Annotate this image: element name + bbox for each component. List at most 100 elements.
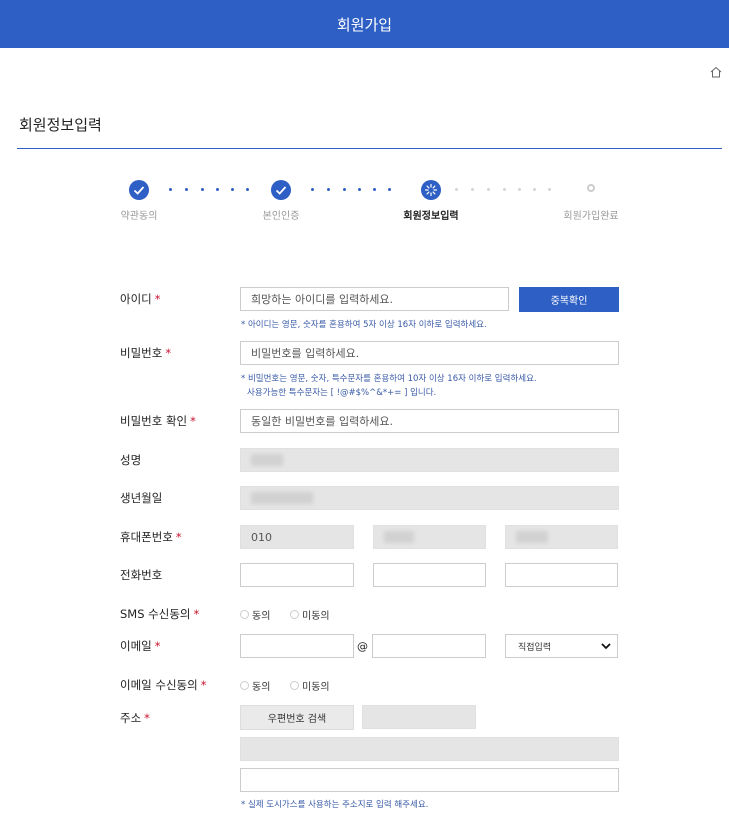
userid-hint: * 아이디는 영문, 숫자를 혼용하여 5자 이상 16자 이하로 입력하세요. xyxy=(241,320,487,330)
radio-circle-icon xyxy=(240,681,249,690)
email-domain-select-value: 직접입력 xyxy=(518,642,552,653)
birth-label: 생년월일 xyxy=(120,491,163,505)
progress-dot xyxy=(388,188,391,191)
redacted-value xyxy=(384,531,414,543)
duplicate-check-button[interactable]: 중복확인 xyxy=(519,287,619,312)
required-mark: * xyxy=(154,292,161,306)
email-label-text: 이메일 xyxy=(120,639,152,653)
sms-disagree-radio[interactable]: 미동의 xyxy=(290,607,330,622)
step-current-icon xyxy=(421,180,441,200)
home-icon[interactable] xyxy=(710,66,722,78)
progress-dot xyxy=(231,188,234,191)
mobile-middle-input xyxy=(373,525,486,549)
required-mark: * xyxy=(165,346,172,360)
top-bar: 회원가입 xyxy=(0,0,729,48)
step-label: 약관동의 xyxy=(120,211,158,222)
password-hint-special: 사용가능한 특수문자는 [ !@#$%^&*+= ] 입니다. xyxy=(247,388,437,398)
progress-dot xyxy=(216,188,219,191)
section-title: 회원정보입력 xyxy=(19,116,102,134)
progress-dot xyxy=(185,188,188,191)
progress-dot xyxy=(246,188,249,191)
radio-circle-icon xyxy=(240,610,249,619)
email-disagree-radio[interactable]: 미동의 xyxy=(290,678,330,693)
email-domain-select[interactable]: 직접입력 xyxy=(505,634,618,658)
progress-dot xyxy=(487,188,490,191)
sms-consent-label: SMS 수신동의 * xyxy=(120,606,199,622)
password-placeholder: 비밀번호를 입력하세요. xyxy=(251,347,360,360)
progress-dot xyxy=(518,188,521,191)
required-mark: * xyxy=(175,530,182,544)
progress-dot xyxy=(548,188,551,191)
required-mark: * xyxy=(193,607,200,621)
required-mark: * xyxy=(144,711,150,725)
address-label-text: 주소 xyxy=(120,711,142,725)
email-consent-label: 이메일 수신동의 * xyxy=(120,677,206,693)
address-line1-input xyxy=(240,737,619,761)
step-label: 본인인증 xyxy=(262,211,300,222)
userid-label-text: 아이디 xyxy=(120,292,152,306)
progress-dot xyxy=(327,188,330,191)
sms-agree-radio[interactable]: 동의 xyxy=(240,607,270,622)
progress-dot xyxy=(311,188,314,191)
phone-last-input[interactable] xyxy=(505,563,618,587)
password-label: 비밀번호 * xyxy=(120,345,171,361)
section-divider xyxy=(17,148,722,149)
email-domain-input[interactable] xyxy=(372,634,486,658)
mobile-label: 휴대폰번호 * xyxy=(120,529,182,545)
email-id-input[interactable] xyxy=(240,634,354,658)
password-input[interactable]: 비밀번호를 입력하세요. xyxy=(240,341,619,365)
step-done-icon xyxy=(271,180,291,200)
password-confirm-placeholder: 동일한 비밀번호를 입력하세요. xyxy=(251,415,394,428)
userid-input[interactable]: 희망하는 아이디를 입력하세요. xyxy=(240,287,509,311)
phone-middle-input[interactable] xyxy=(373,563,486,587)
radio-circle-icon xyxy=(290,681,299,690)
email-consent-label-text: 이메일 수신동의 xyxy=(120,678,198,692)
phone-label: 전화번호 xyxy=(120,568,163,582)
phone-first-input[interactable] xyxy=(240,563,354,587)
progress-dot xyxy=(471,188,474,191)
address-hint: * 실제 도시가스를 사용하는 주소지로 입력 해주세요. xyxy=(241,800,429,810)
password-confirm-label-text: 비밀번호 확인 xyxy=(120,414,188,428)
step-done-icon xyxy=(129,180,149,200)
email-agree-label: 동의 xyxy=(252,682,271,693)
required-mark: * xyxy=(154,639,161,653)
sms-disagree-label: 미동의 xyxy=(302,611,330,622)
chevron-down-icon xyxy=(601,643,611,650)
progress-dot xyxy=(343,188,346,191)
progress-dot xyxy=(533,188,536,191)
userid-label: 아이디 * xyxy=(120,291,161,307)
step-label-current: 회원정보입력 xyxy=(403,211,459,222)
address-label: 주소 * xyxy=(120,710,150,726)
postcode-input xyxy=(362,705,476,729)
radio-circle-icon xyxy=(290,610,299,619)
password-label-text: 비밀번호 xyxy=(120,346,163,360)
password-confirm-label: 비밀번호 확인 * xyxy=(120,413,196,429)
sms-consent-label-text: SMS 수신동의 xyxy=(120,607,191,621)
required-mark: * xyxy=(200,678,207,692)
progress-dot xyxy=(455,188,458,191)
mobile-prefix-input: 010 xyxy=(240,525,354,549)
userid-placeholder: 희망하는 아이디를 입력하세요. xyxy=(251,293,394,306)
redacted-value xyxy=(516,531,548,543)
email-disagree-label: 미동의 xyxy=(302,682,330,693)
address-line2-input[interactable] xyxy=(240,768,619,792)
sms-agree-label: 동의 xyxy=(252,611,271,622)
progress-dot xyxy=(201,188,204,191)
progress-dot xyxy=(373,188,376,191)
password-hint: * 비밀번호는 영문, 숫자, 특수문자를 혼용하여 10자 이상 16자 이하… xyxy=(241,374,537,384)
mobile-label-text: 휴대폰번호 xyxy=(120,530,173,544)
redacted-value xyxy=(251,492,313,504)
postcode-search-button[interactable]: 우편번호 검색 xyxy=(240,705,354,730)
email-label: 이메일 * xyxy=(120,638,161,654)
required-mark: * xyxy=(190,414,196,428)
page-title: 회원가입 xyxy=(336,15,393,34)
step-label: 회원가입완료 xyxy=(563,211,619,222)
mobile-prefix-value: 010 xyxy=(251,530,272,544)
password-confirm-input[interactable]: 동일한 비밀번호를 입력하세요. xyxy=(240,409,619,433)
step-pending-icon xyxy=(587,184,595,192)
email-agree-radio[interactable]: 동의 xyxy=(240,678,270,693)
name-input xyxy=(240,448,619,472)
name-label: 성명 xyxy=(120,453,142,467)
progress-dot xyxy=(358,188,361,191)
progress-dot xyxy=(169,188,172,191)
